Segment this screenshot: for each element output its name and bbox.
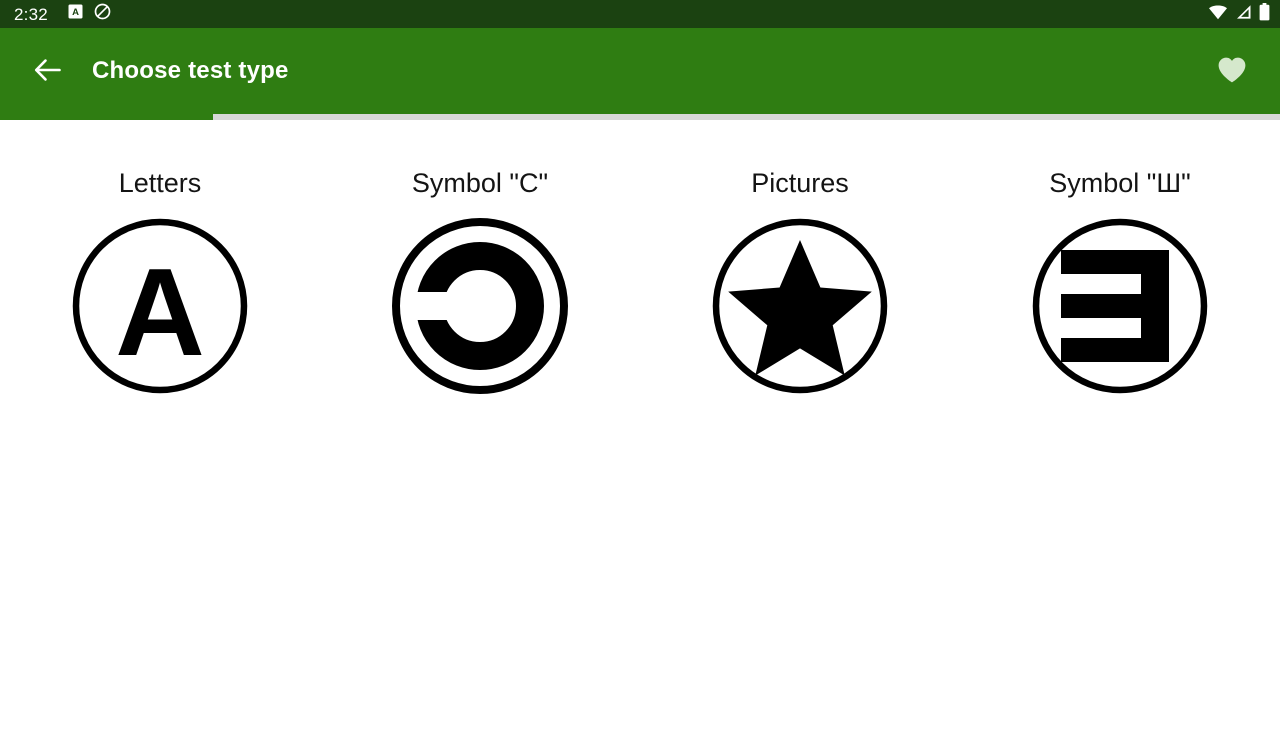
cellular-signal-icon (1235, 4, 1252, 25)
test-type-options: Letters A Symbol "C" Pictures Symbol "Ш" (0, 120, 1280, 394)
test-type-option-letters[interactable]: Letters A (0, 170, 320, 394)
app-root: 2:32 A Choose test type Letters A Symbol… (0, 0, 1280, 737)
test-type-option-symbol-sh[interactable]: Symbol "Ш" (960, 170, 1280, 394)
wifi-icon (1208, 4, 1228, 25)
app-bar: Choose test type (0, 28, 1280, 114)
test-type-option-pictures[interactable]: Pictures (640, 170, 960, 394)
option-label: Letters (118, 168, 202, 198)
landolt-c-optotype-icon (392, 218, 568, 394)
favorite-button[interactable] (1208, 47, 1256, 95)
option-label: Symbol "C" (411, 168, 549, 198)
content-area: Letters A Symbol "C" Pictures Symbol "Ш" (0, 120, 1280, 737)
svg-text:A: A (115, 244, 205, 382)
battery-icon (1259, 2, 1270, 26)
svg-text:A: A (72, 7, 79, 18)
option-label: Pictures (751, 168, 849, 198)
status-bar-notification-icons: A (68, 3, 111, 25)
test-type-option-symbol-c[interactable]: Symbol "C" (320, 170, 640, 394)
status-bar-clock: 2:32 (14, 4, 48, 24)
arrow-left-icon (33, 55, 63, 88)
page-title: Choose test type (92, 57, 289, 84)
app-notification-icon: A (68, 4, 83, 24)
status-bar: 2:32 A (0, 0, 1280, 28)
option-label: Symbol "Ш" (1049, 168, 1191, 198)
status-bar-system-icons (1208, 2, 1270, 26)
back-button[interactable] (20, 43, 76, 99)
letter-a-optotype-icon: A (72, 218, 248, 394)
tumbling-e-optotype-icon (1032, 218, 1208, 394)
heart-icon (1217, 56, 1247, 87)
star-optotype-icon (712, 218, 888, 394)
do-not-disturb-icon (94, 3, 111, 25)
